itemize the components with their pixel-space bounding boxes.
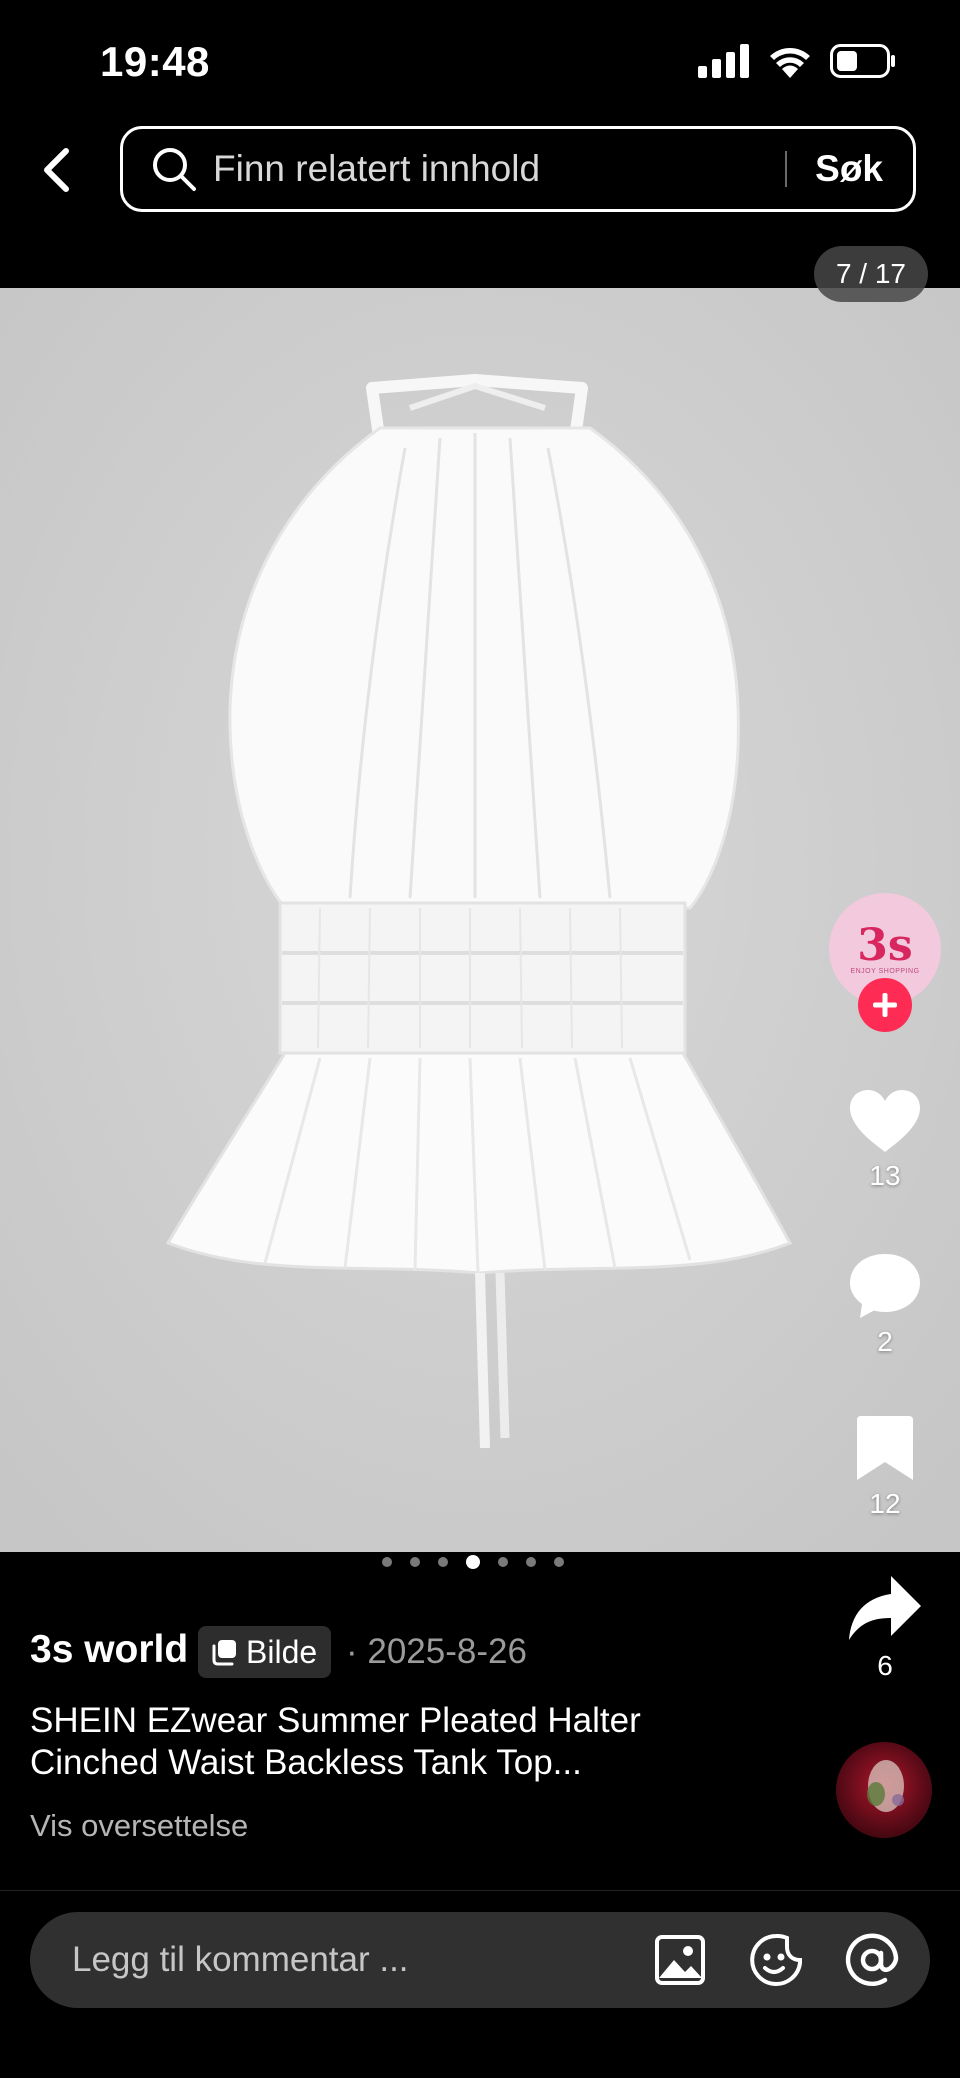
comment-count: 2 bbox=[877, 1326, 893, 1357]
image-icon bbox=[655, 1935, 705, 1985]
status-time: 19:48 bbox=[100, 38, 210, 85]
mention-button[interactable] bbox=[844, 1932, 900, 1988]
music-disc[interactable] bbox=[836, 1742, 932, 1838]
pagination-dot[interactable] bbox=[554, 1557, 564, 1567]
pagination-dot[interactable] bbox=[382, 1557, 392, 1567]
image-counter: 7 / 17 bbox=[813, 246, 928, 302]
avatar-logo-subtext: ENJOY SHOPPING bbox=[850, 967, 920, 975]
post-caption[interactable]: SHEIN EZwear Summer Pleated Halter Cinch… bbox=[30, 1700, 730, 1784]
pagination-dot[interactable] bbox=[410, 1557, 420, 1567]
post-type-badge: Bilde bbox=[198, 1626, 332, 1678]
back-button[interactable] bbox=[36, 140, 76, 200]
photo-stack-icon bbox=[212, 1640, 236, 1666]
caption-line-2: Cinched Waist Backless Tank Top... bbox=[30, 1743, 582, 1782]
post-type-label: Bilde bbox=[246, 1633, 318, 1670]
pagination-dot[interactable] bbox=[438, 1557, 448, 1567]
comment-button[interactable]: 2 bbox=[836, 1252, 934, 1358]
image-attach-button[interactable] bbox=[652, 1932, 708, 1988]
chevron-left-icon bbox=[44, 148, 69, 192]
avatar-logo-text: 3s bbox=[857, 919, 913, 971]
pagination-dot[interactable] bbox=[526, 1557, 536, 1567]
author-name[interactable]: 3s world bbox=[30, 1628, 188, 1672]
share-arrow-icon bbox=[849, 1576, 921, 1640]
search-submit-button[interactable]: Søk bbox=[787, 148, 913, 190]
follow-button[interactable] bbox=[858, 978, 912, 1032]
see-translation-link[interactable]: Vis oversettelse bbox=[30, 1808, 248, 1844]
sticker-button[interactable] bbox=[748, 1932, 804, 1988]
like-count: 13 bbox=[869, 1160, 901, 1191]
product-photo-halter-top bbox=[0, 288, 960, 1552]
save-count: 12 bbox=[869, 1488, 901, 1519]
at-mention-icon bbox=[845, 1933, 899, 1986]
share-button[interactable]: 6 bbox=[836, 1574, 934, 1682]
caption-line-1: SHEIN EZwear Summer Pleated Halter bbox=[30, 1701, 641, 1740]
pagination-dot-active[interactable] bbox=[466, 1555, 480, 1569]
bookmark-icon bbox=[857, 1416, 913, 1480]
comment-bubble-icon bbox=[850, 1254, 920, 1318]
like-button[interactable]: 13 bbox=[836, 1088, 934, 1192]
emoji-sticker-icon bbox=[750, 1933, 802, 1986]
post-image[interactable] bbox=[0, 288, 960, 1552]
comment-bar[interactable]: Legg til kommentar ... bbox=[30, 1912, 930, 2008]
search-icon bbox=[153, 148, 196, 191]
cellular-signal-icon bbox=[698, 44, 749, 78]
search-input[interactable]: Finn relatert innhold bbox=[213, 148, 785, 190]
plus-icon bbox=[873, 993, 897, 1017]
battery-icon bbox=[830, 44, 895, 78]
comment-input[interactable]: Legg til kommentar ... bbox=[72, 1940, 652, 1980]
wifi-icon bbox=[770, 48, 810, 78]
gallery-pagination bbox=[382, 1555, 564, 1569]
post-date: · 2025-8-26 bbox=[346, 1632, 527, 1671]
save-button[interactable]: 12 bbox=[836, 1414, 934, 1520]
status-icons bbox=[698, 44, 896, 78]
bottom-divider bbox=[0, 1890, 960, 1891]
search-bar[interactable]: Finn relatert innhold Søk bbox=[120, 126, 916, 212]
share-count: 6 bbox=[877, 1650, 893, 1681]
heart-icon bbox=[850, 1090, 920, 1152]
pagination-dot[interactable] bbox=[498, 1557, 508, 1567]
music-disc-artwork bbox=[867, 1760, 904, 1812]
